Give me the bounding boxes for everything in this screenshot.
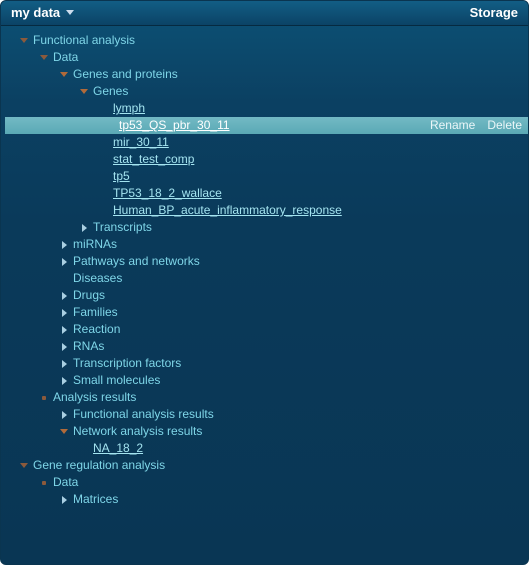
node-label: Genes: [93, 83, 128, 100]
tree-view[interactable]: Functional analysis Data Genes and prote…: [1, 26, 528, 564]
collapse-icon[interactable]: [59, 326, 69, 334]
collapse-icon[interactable]: [59, 496, 69, 504]
leaf-tp5[interactable]: tp5: [5, 168, 528, 185]
leaf-tp53-qs-pbr-30-11[interactable]: tp53_QS_pbr_30_11 Rename Delete: [5, 117, 528, 134]
leaf-link[interactable]: lymph: [113, 100, 145, 117]
node-label: Families: [73, 304, 118, 321]
node-label: Pathways and networks: [73, 253, 200, 270]
node-label: Transcripts: [93, 219, 152, 236]
collapse-icon[interactable]: [59, 360, 69, 368]
leaf-link[interactable]: TP53_18_2_wallace: [113, 185, 222, 202]
node-label: Functional analysis results: [73, 406, 214, 423]
header-right-label: Storage: [470, 5, 518, 20]
node-reaction[interactable]: Reaction: [5, 321, 528, 338]
leaf-link[interactable]: Human_BP_acute_inflammatory_response: [113, 202, 342, 219]
node-data-2[interactable]: Data: [5, 474, 528, 491]
node-small-molecules[interactable]: Small molecules: [5, 372, 528, 389]
header-title-text: my data: [11, 5, 60, 20]
collapse-icon[interactable]: [59, 377, 69, 385]
node-label: Data: [53, 474, 78, 491]
node-genes[interactable]: Genes: [5, 83, 528, 100]
node-label: Diseases: [73, 270, 122, 287]
leaf-mir-30-11[interactable]: mir_30_11: [5, 134, 528, 151]
leaf-stat-test-comp[interactable]: stat_test_comp: [5, 151, 528, 168]
panel-header: my data Storage: [1, 1, 528, 26]
leaf-link[interactable]: stat_test_comp: [113, 151, 194, 168]
leaf-tp53-18-2-wallace[interactable]: TP53_18_2_wallace: [5, 185, 528, 202]
leaf-link[interactable]: tp53_QS_pbr_30_11: [119, 117, 230, 134]
leaf-na-18-2[interactable]: NA_18_2: [5, 440, 528, 457]
node-label: Drugs: [73, 287, 105, 304]
collapse-icon[interactable]: [59, 309, 69, 317]
node-label: Data: [53, 49, 78, 66]
leaf-link[interactable]: mir_30_11: [113, 134, 169, 151]
node-gene-regulation-analysis[interactable]: Gene regulation analysis: [5, 457, 528, 474]
node-transcription-factors[interactable]: Transcription factors: [5, 355, 528, 372]
leaf-link[interactable]: NA_18_2: [93, 440, 143, 457]
storage-panel: my data Storage Functional analysis Data…: [0, 0, 529, 565]
node-matrices[interactable]: Matrices: [5, 491, 528, 508]
expand-icon[interactable]: [19, 38, 29, 43]
node-label: Network analysis results: [73, 423, 202, 440]
chevron-down-icon: [66, 10, 74, 15]
node-mirnas[interactable]: miRNAs: [5, 236, 528, 253]
node-label: Analysis results: [53, 389, 136, 406]
expand-icon[interactable]: [39, 396, 49, 400]
node-label: Small molecules: [73, 372, 160, 389]
node-label: RNAs: [73, 338, 104, 355]
expand-icon[interactable]: [59, 72, 69, 77]
node-rnas[interactable]: RNAs: [5, 338, 528, 355]
node-functional-analysis[interactable]: Functional analysis: [5, 32, 528, 49]
collapse-icon[interactable]: [59, 343, 69, 351]
node-drugs[interactable]: Drugs: [5, 287, 528, 304]
expand-icon[interactable]: [39, 55, 49, 60]
node-label: Functional analysis: [33, 32, 135, 49]
collapse-icon[interactable]: [59, 411, 69, 419]
node-label: Genes and proteins: [73, 66, 178, 83]
leaf-human-bp-acute[interactable]: Human_BP_acute_inflammatory_response: [5, 202, 528, 219]
node-label: Transcription factors: [73, 355, 181, 372]
node-genes-and-proteins[interactable]: Genes and proteins: [5, 66, 528, 83]
expand-icon[interactable]: [39, 481, 49, 485]
node-diseases[interactable]: Diseases: [5, 270, 528, 287]
expand-icon[interactable]: [19, 463, 29, 468]
node-data[interactable]: Data: [5, 49, 528, 66]
node-pathways-and-networks[interactable]: Pathways and networks: [5, 253, 528, 270]
node-analysis-results[interactable]: Analysis results: [5, 389, 528, 406]
node-label: Reaction: [73, 321, 120, 338]
node-label: Gene regulation analysis: [33, 457, 165, 474]
panel-body: Functional analysis Data Genes and prote…: [1, 26, 528, 564]
leaf-lymph[interactable]: lymph: [5, 100, 528, 117]
collapse-icon[interactable]: [59, 258, 69, 266]
node-network-analysis-results[interactable]: Network analysis results: [5, 423, 528, 440]
collapse-icon[interactable]: [59, 292, 69, 300]
delete-button[interactable]: Delete: [487, 117, 522, 134]
rename-button[interactable]: Rename: [430, 117, 475, 134]
node-label: Matrices: [73, 491, 118, 508]
node-functional-analysis-results[interactable]: Functional analysis results: [5, 406, 528, 423]
collapse-icon[interactable]: [59, 241, 69, 249]
leaf-link[interactable]: tp5: [113, 168, 130, 185]
node-transcripts[interactable]: Transcripts: [5, 219, 528, 236]
header-title-dropdown[interactable]: my data: [11, 5, 74, 20]
expand-icon[interactable]: [79, 89, 89, 94]
row-actions: Rename Delete: [430, 117, 522, 134]
node-label: miRNAs: [73, 236, 117, 253]
collapse-icon[interactable]: [79, 224, 89, 232]
expand-icon[interactable]: [59, 429, 69, 434]
node-families[interactable]: Families: [5, 304, 528, 321]
